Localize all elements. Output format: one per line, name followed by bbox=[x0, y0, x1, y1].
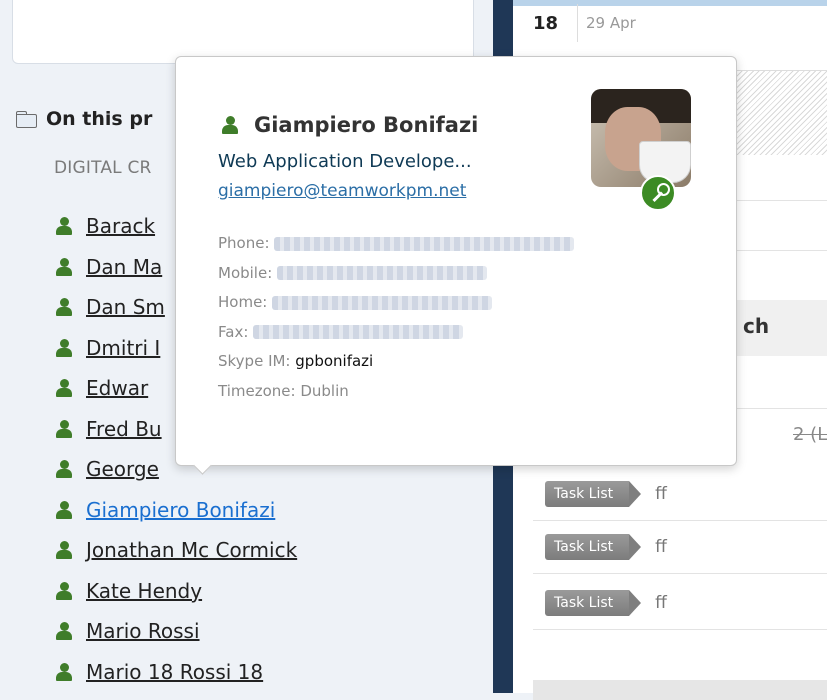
person-icon bbox=[54, 338, 74, 358]
person-link-active[interactable]: Giampiero Bonifazi bbox=[86, 498, 275, 522]
list-item: Kate Hendy bbox=[54, 571, 297, 612]
redacted-phone bbox=[274, 236, 575, 251]
person-link[interactable]: Dmitri I bbox=[86, 336, 160, 360]
table-row: Task List ff bbox=[533, 521, 827, 574]
person-link[interactable]: Dan Ma bbox=[86, 255, 162, 279]
person-icon bbox=[54, 378, 74, 398]
person-icon bbox=[220, 115, 240, 135]
redacted-mobile bbox=[277, 266, 488, 280]
task-list-tag[interactable]: Task List bbox=[545, 481, 642, 507]
date-cell[interactable]: 29 Apr bbox=[577, 4, 827, 42]
list-item: Mario Rossi bbox=[54, 611, 297, 652]
contact-email-link[interactable]: giampiero@teamworkpm.net bbox=[218, 181, 466, 201]
person-link[interactable]: Barack bbox=[86, 214, 155, 238]
task-list-tag[interactable]: Task List bbox=[545, 590, 642, 616]
contact-job-title: Web Application Develope... bbox=[218, 151, 472, 172]
person-icon bbox=[54, 419, 74, 439]
avatar bbox=[591, 89, 691, 187]
redacted-home bbox=[272, 295, 493, 310]
task-text[interactable]: ff bbox=[655, 593, 667, 613]
mobile-row: Mobile: bbox=[218, 259, 574, 289]
task-list-tag[interactable]: Task List bbox=[545, 534, 642, 560]
person-icon bbox=[54, 297, 74, 317]
table-row: Task List ff bbox=[533, 468, 827, 521]
person-icon bbox=[54, 581, 74, 601]
phone-row: Phone: bbox=[218, 229, 575, 259]
contact-details: Phone: Mobile: Home: Fax: Skype IM: gpbo… bbox=[218, 229, 575, 407]
completed-item-text[interactable]: 2 (List: bbox=[793, 424, 827, 445]
bottom-section-bar bbox=[533, 680, 827, 700]
skype-label: Skype IM: bbox=[218, 352, 291, 370]
table-row: Task List ff bbox=[533, 577, 827, 630]
person-link[interactable]: Kate Hendy bbox=[86, 579, 202, 603]
person-icon bbox=[54, 621, 74, 641]
person-icon bbox=[54, 459, 74, 479]
person-icon bbox=[54, 540, 74, 560]
person-icon bbox=[54, 257, 74, 277]
contact-popover: Giampiero Bonifazi Web Application Devel… bbox=[175, 56, 737, 475]
folder-icon bbox=[16, 111, 38, 128]
person-link[interactable]: Jonathan Mc Cormick bbox=[86, 538, 297, 562]
timezone-row: Timezone: Dublin bbox=[218, 377, 574, 407]
person-link[interactable]: George bbox=[86, 457, 159, 481]
top-card bbox=[12, 0, 474, 64]
contact-name: Giampiero Bonifazi bbox=[220, 113, 478, 137]
person-icon bbox=[54, 662, 74, 682]
mobile-label: Mobile: bbox=[218, 263, 273, 282]
fax-row: Fax: bbox=[218, 318, 574, 348]
week-number: 18 bbox=[533, 12, 559, 34]
person-link[interactable]: Mario Rossi bbox=[86, 619, 200, 643]
person-icon bbox=[54, 216, 74, 236]
person-icon bbox=[54, 500, 74, 520]
section-title-label: On this pr bbox=[46, 108, 153, 130]
person-link[interactable]: Fred Bu bbox=[86, 417, 162, 441]
person-link[interactable]: Dan Sm bbox=[86, 295, 165, 319]
skype-row: Skype IM: gpbonifazi bbox=[218, 347, 574, 377]
task-text[interactable]: ff bbox=[655, 537, 667, 557]
timezone-value: Dublin bbox=[300, 381, 349, 400]
section-heading-label: ch bbox=[743, 314, 770, 338]
list-item: Jonathan Mc Cormick bbox=[54, 530, 297, 571]
section-title: On this pr bbox=[16, 108, 152, 130]
phone-label: Phone: bbox=[218, 234, 270, 252]
person-link[interactable]: Edwar bbox=[86, 376, 148, 400]
home-row: Home: bbox=[218, 288, 574, 318]
home-label: Home: bbox=[218, 293, 268, 311]
timezone-label: Timezone: bbox=[218, 381, 296, 400]
fax-label: Fax: bbox=[218, 322, 249, 341]
key-icon bbox=[640, 175, 676, 211]
skype-value: gpbonifazi bbox=[295, 352, 374, 370]
person-link[interactable]: Mario 18 Rossi 18 bbox=[86, 660, 263, 684]
list-item: Giampiero Bonifazi bbox=[54, 490, 297, 531]
redacted-fax bbox=[253, 325, 464, 339]
calendar-row: 18 29 Apr bbox=[533, 4, 827, 42]
list-item: Mario 18 Rossi 18 bbox=[54, 652, 297, 693]
task-text[interactable]: ff bbox=[655, 484, 667, 504]
contact-name-label: Giampiero Bonifazi bbox=[254, 113, 479, 137]
company-name: DIGITAL CR bbox=[54, 158, 152, 178]
